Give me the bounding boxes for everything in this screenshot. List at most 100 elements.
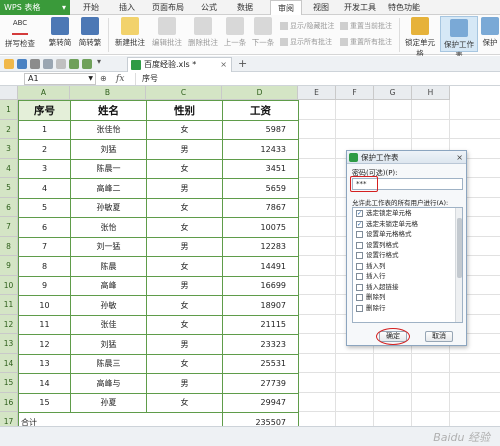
reset-all-comments-button[interactable]: 重置所有批注 (340, 36, 392, 48)
chevron-down-icon[interactable]: ▾ (97, 57, 101, 66)
checkbox-checked-icon[interactable]: ✓ (356, 220, 363, 228)
cell-id[interactable]: 4 (18, 178, 71, 199)
row-header-1[interactable]: 1 (0, 100, 18, 120)
column-header-a[interactable]: A (18, 86, 70, 100)
cell-salary[interactable]: 25531 (222, 353, 299, 374)
scrollbar-thumb[interactable] (457, 218, 462, 278)
row-header-10[interactable]: 10 (0, 275, 18, 295)
cell-gender[interactable]: 男 (146, 334, 223, 355)
tab-data[interactable]: 数据 (230, 0, 260, 15)
row-header-16[interactable]: 16 (0, 392, 18, 412)
cell-gender[interactable]: 女 (146, 158, 223, 179)
cell-gender[interactable]: 女 (146, 314, 223, 335)
permission-option[interactable]: 设置单元格格式 (353, 229, 462, 240)
tab-page-layout[interactable]: 页面布局 (148, 0, 188, 15)
cell-name[interactable]: 刘猛 (70, 139, 147, 160)
cell-name[interactable]: 刘一猛 (70, 236, 147, 257)
cell-salary[interactable]: 12283 (222, 236, 299, 257)
cell-salary[interactable]: 5987 (222, 119, 299, 140)
cell-name[interactable]: 陈晨三 (70, 353, 147, 374)
cell-salary[interactable]: 12433 (222, 139, 299, 160)
cell-gender[interactable]: 女 (146, 119, 223, 140)
protect-sheet-button[interactable]: 保护工作表 (440, 16, 478, 60)
cell-id[interactable]: 8 (18, 256, 71, 277)
document-tab[interactable]: 百度经验.xls * × (127, 57, 232, 72)
column-header-f[interactable]: F (336, 86, 374, 100)
cell-gender[interactable]: 女 (146, 217, 223, 238)
folder-icon[interactable] (4, 59, 14, 69)
cell-gender[interactable]: 男 (146, 178, 223, 199)
cell-gender[interactable]: 女 (146, 197, 223, 218)
header-salary[interactable]: 工资 (222, 100, 299, 121)
trad-to-simp-button[interactable]: 繁转简 (47, 17, 73, 48)
header-id[interactable]: 序号 (18, 100, 71, 121)
cell-id[interactable]: 14 (18, 373, 71, 394)
close-icon[interactable]: × (220, 58, 227, 71)
app-menu-button[interactable]: WPS 表格 ▾ (0, 0, 70, 15)
row-header-9[interactable]: 9 (0, 256, 18, 276)
prev-comment-button[interactable]: 上一条 (222, 17, 248, 48)
print-icon[interactable] (30, 59, 40, 69)
print-preview-icon[interactable] (43, 59, 53, 69)
permission-option[interactable]: 插入列 (353, 261, 462, 272)
edit-comment-button[interactable]: 编辑批注 (150, 17, 184, 48)
cell-gender[interactable]: 男 (146, 275, 223, 296)
checkbox-icon[interactable] (356, 273, 363, 280)
permission-option[interactable]: ✓ 选定锁定单元格 (353, 208, 462, 219)
name-box[interactable]: A1 ▼ (24, 73, 96, 85)
row-header-2[interactable]: 2 (0, 119, 18, 139)
cell-gender[interactable]: 女 (146, 256, 223, 277)
cell-name[interactable]: 高峰 (70, 275, 147, 296)
cell-id[interactable]: 7 (18, 236, 71, 257)
cell-id[interactable]: 3 (18, 158, 71, 179)
protect-workbook-button[interactable]: 保护 (480, 17, 500, 48)
cell-id[interactable]: 5 (18, 197, 71, 218)
checkbox-icon[interactable] (356, 304, 363, 312)
save-icon[interactable] (17, 59, 27, 69)
cell-name[interactable]: 孙夏 (70, 392, 147, 413)
column-header-b[interactable]: B (70, 86, 146, 100)
row-header-11[interactable]: 11 (0, 295, 18, 315)
delete-comment-button[interactable]: 删除批注 (186, 17, 220, 48)
cell-id[interactable]: 6 (18, 217, 71, 238)
column-header-h[interactable]: H (412, 86, 450, 100)
cell-name[interactable]: 陈晨一 (70, 158, 147, 179)
cell-salary[interactable]: 16699 (222, 275, 299, 296)
checkbox-icon[interactable] (356, 252, 363, 259)
cell-gender[interactable]: 男 (146, 373, 223, 394)
show-hide-comment-button[interactable]: 显示/隐藏批注 (280, 20, 334, 32)
column-header-g[interactable]: G (374, 86, 412, 100)
cell-name[interactable]: 高峰与 (70, 373, 147, 394)
column-header-e[interactable]: E (298, 86, 336, 100)
scrollbar[interactable] (455, 208, 462, 322)
row-header-15[interactable]: 15 (0, 373, 18, 393)
show-all-comments-button[interactable]: 显示所有批注 (280, 36, 332, 48)
cell-name[interactable]: 张佳 (70, 314, 147, 335)
cell-salary[interactable]: 29947 (222, 392, 299, 413)
cell-salary[interactable]: 14491 (222, 256, 299, 277)
column-header-d[interactable]: D (222, 86, 298, 100)
cell-gender[interactable]: 女 (146, 392, 223, 413)
tab-review[interactable]: 审阅 (270, 0, 302, 15)
cell-name[interactable]: 张怡 (70, 217, 147, 238)
cell-name[interactable]: 高峰二 (70, 178, 147, 199)
permission-option[interactable]: 插入行 (353, 271, 462, 282)
format-painter-icon[interactable] (56, 59, 66, 69)
tab-view[interactable]: 视图 (306, 0, 336, 15)
cell-gender[interactable]: 女 (146, 353, 223, 374)
cell-salary[interactable]: 27739 (222, 373, 299, 394)
cell-salary[interactable]: 5659 (222, 178, 299, 199)
tab-formulas[interactable]: 公式 (194, 0, 224, 15)
row-header-12[interactable]: 12 (0, 314, 18, 334)
next-comment-button[interactable]: 下一条 (250, 17, 276, 48)
new-tab-button[interactable]: + (238, 56, 247, 71)
cell-salary[interactable]: 23323 (222, 334, 299, 355)
tab-insert[interactable]: 插入 (112, 0, 142, 15)
cell-name[interactable]: 孙敏夏 (70, 197, 147, 218)
row-header-5[interactable]: 5 (0, 178, 18, 198)
tab-special[interactable]: 特色功能 (384, 0, 424, 15)
cell-gender[interactable]: 女 (146, 295, 223, 316)
row-header-13[interactable]: 13 (0, 334, 18, 354)
formula-input[interactable]: 序号 (135, 73, 498, 85)
permission-option[interactable]: 设置列格式 (353, 240, 462, 251)
